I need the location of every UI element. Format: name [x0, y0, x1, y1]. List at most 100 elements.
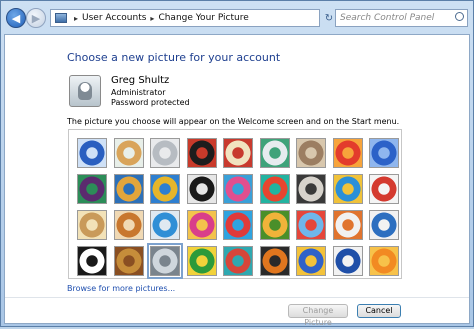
picture-tile-leaf[interactable] — [150, 174, 180, 204]
refresh-icon: ↻ — [324, 12, 334, 24]
picture-tile-sailboats[interactable] — [369, 210, 399, 240]
sari-fabric-icon — [188, 211, 216, 239]
window-frame-icon — [188, 247, 216, 275]
lucky-cat-icon — [224, 139, 252, 167]
picture-tile-blue-abstract[interactable] — [369, 138, 399, 168]
page-title: Choose a new picture for your account — [67, 51, 281, 64]
picture-tile-wood-carving[interactable] — [113, 246, 144, 276]
crayons-icon — [224, 175, 252, 203]
info-text: The picture you choose will appear on th… — [67, 117, 400, 126]
color-blocks-icon — [115, 175, 143, 203]
browse-more-pictures-link[interactable]: Browse for more pictures... — [67, 284, 175, 293]
red-flower-icon — [334, 139, 362, 167]
forward-button[interactable]: ▶ — [26, 8, 46, 28]
puppy-icon — [188, 175, 216, 203]
picture-tile-orange-flower[interactable] — [369, 246, 399, 276]
robot-figure-icon — [151, 139, 179, 167]
vinyl-record-icon — [188, 139, 216, 167]
picture-tile-purple-ball[interactable] — [77, 174, 107, 204]
content-pane: Choose a new picture for your account Gr… — [4, 34, 470, 327]
purple-ball-icon — [78, 175, 106, 203]
picture-tile-fox-cub[interactable] — [113, 210, 144, 240]
forward-arrow-icon: ▶ — [31, 11, 41, 25]
search-placeholder: Search Control Panel — [340, 13, 435, 23]
blue-abstract-icon — [370, 139, 398, 167]
breadcrumb-separator-icon: ▸ — [74, 13, 79, 23]
leaf-icon — [151, 175, 179, 203]
clay-doll-icon — [334, 211, 362, 239]
lighthouse-icon — [334, 247, 362, 275]
starfish-icon — [115, 139, 143, 167]
sailboats-icon — [370, 211, 398, 239]
picture-tile-robot-figure[interactable] — [150, 138, 180, 168]
picture-tile-crayons[interactable] — [223, 174, 253, 204]
guitar-icon — [78, 211, 106, 239]
fox-cub-icon — [115, 211, 143, 239]
picture-tile-kitten[interactable] — [296, 138, 326, 168]
picture-tile-sunset-field[interactable] — [259, 210, 290, 240]
picture-tile-red-flower[interactable] — [332, 138, 363, 168]
toy-robot-icon — [151, 211, 179, 239]
geometric-hearts-icon — [297, 175, 325, 203]
robot-avatar-icon — [78, 82, 92, 100]
picture-tile-window-frame[interactable] — [186, 246, 217, 276]
user-name: Greg Shultz — [111, 75, 170, 86]
search-input[interactable]: Search Control Panel — [335, 9, 468, 27]
picture-tile-color-blocks[interactable] — [113, 174, 144, 204]
picture-tile-stained-glass[interactable] — [296, 246, 326, 276]
picture-tile-pool-stripes[interactable] — [332, 174, 363, 204]
control-panel-window: ◀ ▶ ▸ User Accounts ▸ Change Your Pictur… — [0, 0, 474, 327]
kitten-icon — [297, 139, 325, 167]
picture-tile-robot-toy-selected[interactable] — [147, 243, 183, 279]
picture-tile-paper-crane[interactable] — [369, 174, 399, 204]
picture-tile-blue-glass-tile[interactable] — [77, 138, 107, 168]
monarch-butterfly-icon — [261, 247, 289, 275]
address-bar[interactable]: ▸ User Accounts ▸ Change Your Picture — [50, 9, 320, 27]
picture-tile-satellite-dish[interactable] — [259, 138, 290, 168]
picture-tile-monarch-butterfly[interactable] — [259, 246, 290, 276]
picture-tile-lighthouse[interactable] — [332, 246, 363, 276]
wood-carving-icon — [115, 247, 143, 275]
picture-grid — [68, 129, 402, 279]
picture-tile-sari-fabric[interactable] — [186, 210, 217, 240]
picture-tile-hot-air-balloons[interactable] — [296, 210, 326, 240]
cancel-button[interactable]: Cancel — [357, 304, 401, 318]
picture-tile-puppy[interactable] — [186, 174, 217, 204]
control-panel-icon — [55, 13, 67, 23]
blue-glass-tile-icon — [78, 139, 106, 167]
stained-glass-icon — [297, 247, 325, 275]
picture-tile-geometric-hearts[interactable] — [296, 174, 326, 204]
picture-tile-vinyl-record[interactable] — [186, 138, 217, 168]
refresh-button[interactable]: ↻ — [322, 9, 336, 27]
breadcrumb-separator-icon: ▸ — [150, 13, 155, 23]
picture-tile-clay-doll[interactable] — [332, 210, 363, 240]
woven-fabric-icon — [224, 247, 252, 275]
search-icon[interactable] — [455, 12, 464, 21]
user-password-status: Password protected — [111, 98, 190, 107]
robot-toy-selected-icon — [151, 247, 179, 275]
user-role: Administrator — [111, 88, 166, 97]
pool-stripes-icon — [334, 175, 362, 203]
rainbow-ribbons-icon — [224, 211, 252, 239]
current-user-picture — [69, 75, 101, 107]
breadcrumb-user-accounts[interactable]: User Accounts — [82, 13, 146, 23]
picture-tile-toy-robot[interactable] — [150, 210, 180, 240]
paper-crane-icon — [370, 175, 398, 203]
change-picture-button[interactable]: Change Picture — [288, 304, 348, 327]
picture-tile-soccer-ball[interactable] — [77, 246, 107, 276]
sunset-field-icon — [261, 211, 289, 239]
hot-air-balloons-icon — [297, 211, 325, 239]
picture-tile-starfish[interactable] — [113, 138, 144, 168]
picture-tile-rainbow-ribbons[interactable] — [223, 210, 253, 240]
breadcrumb-change-your-picture[interactable]: Change Your Picture — [158, 13, 248, 23]
footer-divider — [5, 297, 469, 298]
back-button[interactable]: ◀ — [6, 8, 26, 28]
picture-tile-guitar[interactable] — [77, 210, 107, 240]
orange-flower-icon — [370, 247, 398, 275]
butterfly-pattern-icon — [261, 175, 289, 203]
picture-tile-butterfly-pattern[interactable] — [259, 174, 290, 204]
back-arrow-icon: ◀ — [11, 11, 21, 25]
picture-tile-lucky-cat[interactable] — [223, 138, 253, 168]
picture-tile-woven-fabric[interactable] — [223, 246, 253, 276]
navigation-bar: ◀ ▶ ▸ User Accounts ▸ Change Your Pictur… — [4, 5, 470, 33]
